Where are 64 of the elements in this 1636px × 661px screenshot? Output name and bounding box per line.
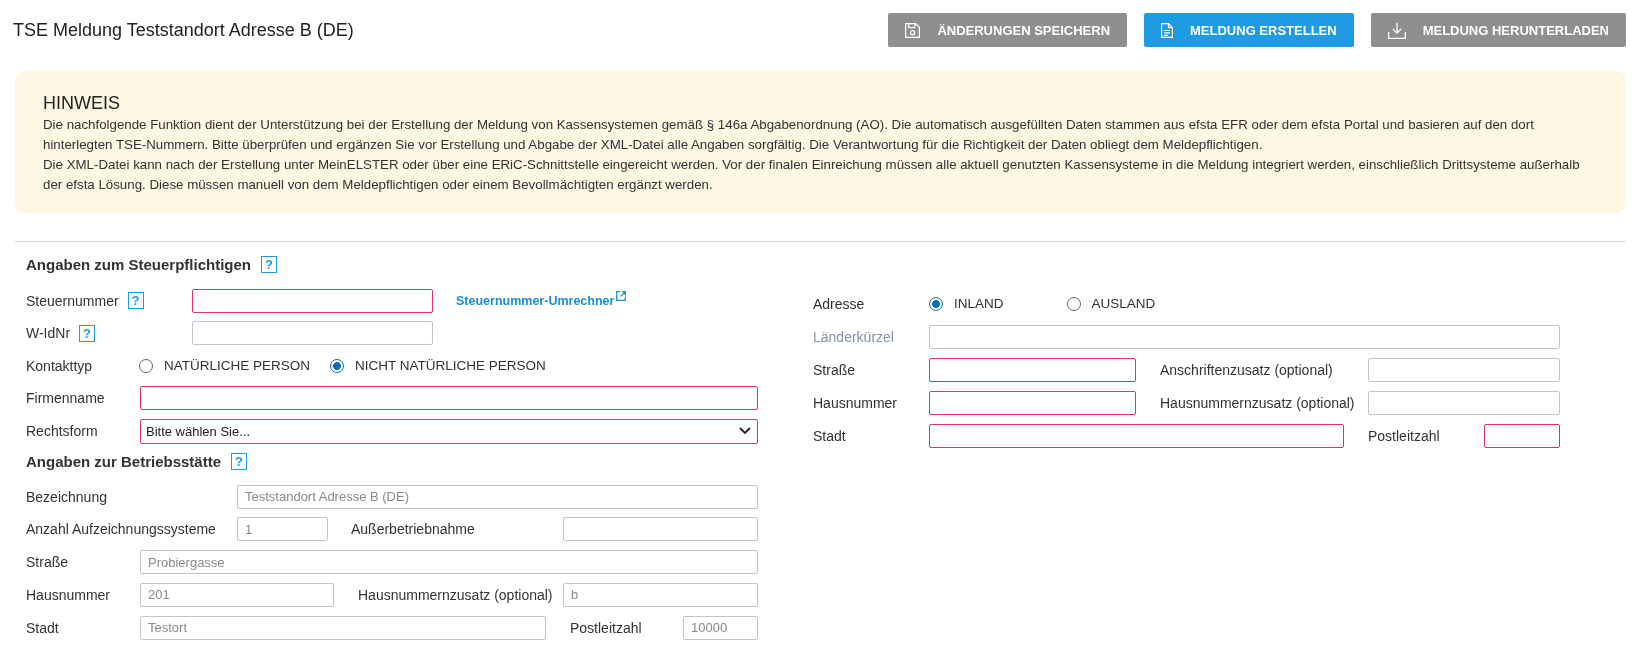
field-label: Firmenname bbox=[26, 390, 105, 407]
section-heading: Angaben zur Betriebsstätte bbox=[26, 453, 222, 471]
help-icon[interactable]: ? bbox=[261, 256, 277, 274]
select-field[interactable]: Bitte wählen Sie... bbox=[140, 418, 758, 444]
input-field[interactable]: b bbox=[563, 582, 758, 607]
converter-link[interactable]: Steuernummer-Umrechner bbox=[456, 293, 627, 308]
field-label: Stadt bbox=[813, 427, 846, 444]
input-field[interactable]: Probiergasse bbox=[140, 550, 758, 575]
input-field[interactable] bbox=[929, 357, 1136, 382]
radio-label: NICHT NATÜRLICHE PERSON bbox=[355, 358, 546, 374]
radio-button[interactable] bbox=[139, 358, 153, 373]
notice-title: HINWEIS bbox=[43, 93, 121, 115]
field-label: Straße bbox=[26, 554, 68, 571]
section-heading: Angaben zum Steuerpflichtigen bbox=[26, 256, 251, 274]
action-button[interactable]: MELDUNG ERSTELLEN bbox=[1144, 13, 1354, 47]
help-icon[interactable]: ? bbox=[127, 292, 144, 310]
external-link-icon bbox=[616, 290, 627, 301]
field-label: Stadt bbox=[26, 619, 59, 636]
field-label: Kontakttyp bbox=[26, 357, 93, 374]
radio-button[interactable] bbox=[330, 358, 345, 373]
field-label: Hausnummernzusatz (optional) bbox=[358, 586, 553, 603]
input-field[interactable]: 1 bbox=[237, 517, 328, 542]
page-title: TSE Meldung Teststandort Adresse B (DE) bbox=[13, 19, 354, 41]
radio-label: NATÜRLICHE PERSON bbox=[164, 358, 311, 374]
field-label: Anzahl Aufzeichnungssysteme bbox=[26, 521, 216, 538]
input-field[interactable]: Teststandort Adresse B (DE) bbox=[237, 484, 758, 509]
field-label: Straße bbox=[813, 361, 855, 378]
help-icon[interactable]: ? bbox=[231, 453, 248, 471]
field-label: Bezeichnung bbox=[26, 488, 107, 505]
input-field[interactable] bbox=[140, 386, 758, 411]
input-field[interactable] bbox=[929, 390, 1136, 415]
help-icon[interactable]: ? bbox=[79, 324, 96, 342]
field-label: Länderkürzel bbox=[813, 328, 894, 345]
input-field[interactable] bbox=[1368, 357, 1560, 382]
input-field[interactable] bbox=[1484, 423, 1560, 448]
field-label: Hausnummernzusatz (optional) bbox=[1160, 394, 1355, 411]
download-icon bbox=[1387, 21, 1406, 39]
input-field[interactable] bbox=[192, 288, 433, 313]
field-label: Hausnummer bbox=[26, 586, 111, 603]
field-label: Postleitzahl bbox=[570, 619, 642, 636]
radio-button[interactable] bbox=[929, 296, 943, 311]
save-icon bbox=[905, 22, 921, 38]
field-label: Postleitzahl bbox=[1368, 427, 1440, 444]
field-label: Anschriftenzusatz (optional) bbox=[1160, 361, 1333, 378]
notice-text: Die nachfolgende Funktion dient der Unterstützung bei der Erstellung der Meldung von Kassensystemen gemäß § 146a Abgabenordnung (AO). Die automatisch ausgefüllten Daten stammen aus efsta EFR oder dem efsta Portal und basieren auf den dort hinterlegten TSE-Nummern. Bitte überprüfen und ergänzen Sie vor Erstellung und Abgabe der XML-Datei alle Angaben sorgfältig. Die Verantwortung für die Richtigkeit der Daten obliegt dem Meldepflichtigen. bbox=[43, 115, 1535, 154]
field-label: Adresse bbox=[813, 295, 865, 312]
input-field[interactable]: 201 bbox=[140, 582, 334, 607]
radio-label: INLAND bbox=[954, 296, 1004, 312]
input-field[interactable]: Testort bbox=[140, 615, 546, 640]
field-label: Außerbetriebnahme bbox=[351, 521, 475, 538]
input-field[interactable] bbox=[563, 517, 758, 542]
document-icon bbox=[1161, 22, 1174, 38]
field-label: Steuernummer bbox=[26, 292, 119, 309]
input-field[interactable]: 10000 bbox=[683, 615, 758, 640]
notice-text: Die XML-Datei kann nach der Erstellung unter MeinELSTER oder über eine ERiC-Schnittstelle eingereicht werden. Vor der finalen Einreichung müssen alle aktuell genutzten Kassensysteme in die Meldung integriert werden, einschließlich Drittsysteme außerhalb der efsta Lösung. Diese müssen manuell von dem Meldepflichtigen oder einem Bevollmächtigten ergänzt werden. bbox=[43, 155, 1581, 194]
field-label: Rechtsform bbox=[26, 423, 98, 440]
field-label: Hausnummer bbox=[813, 394, 898, 411]
field-label: W-IdNr bbox=[26, 325, 71, 342]
radio-button[interactable] bbox=[1066, 296, 1081, 311]
input-field[interactable] bbox=[1368, 390, 1560, 415]
radio-label: AUSLAND bbox=[1091, 296, 1156, 312]
input-field[interactable] bbox=[192, 321, 433, 346]
chevron-down-icon bbox=[739, 427, 751, 436]
input-field[interactable] bbox=[929, 423, 1344, 448]
